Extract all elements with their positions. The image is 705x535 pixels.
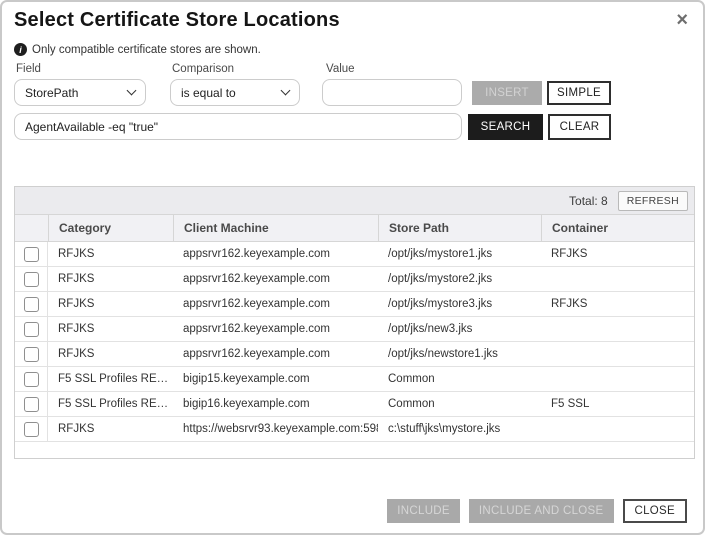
cell-store-path: /opt/jks/mystore3.jks — [378, 292, 541, 316]
row-checkbox[interactable] — [24, 397, 39, 412]
cell-category: F5 SSL Profiles RE… — [48, 392, 173, 416]
close-button[interactable]: CLOSE — [623, 499, 688, 523]
row-checkbox[interactable] — [24, 347, 39, 362]
info-banner: i Only compatible certificate stores are… — [14, 43, 261, 56]
table-row: RFJKSappsrvr162.keyexample.com/opt/jks/n… — [15, 317, 694, 342]
cell-store-path: /opt/jks/newstore1.jks — [378, 342, 541, 366]
row-checkbox-cell — [15, 267, 48, 291]
field-label: Field — [16, 63, 41, 75]
cell-container — [541, 342, 694, 366]
cell-store-path: /opt/jks/mystore1.jks — [378, 242, 541, 266]
table-row: F5 SSL Profiles RE…bigip16.keyexample.co… — [15, 392, 694, 417]
cell-client-machine: appsrvr162.keyexample.com — [173, 267, 378, 291]
cell-container: RFJKS — [541, 292, 694, 316]
info-icon: i — [14, 43, 27, 56]
cell-category: RFJKS — [48, 342, 173, 366]
cell-store-path: /opt/jks/mystore2.jks — [378, 267, 541, 291]
total-count: Total: 8 — [569, 194, 608, 208]
row-checkbox-cell — [15, 417, 48, 441]
row-checkbox[interactable] — [24, 422, 39, 437]
cell-container: F5 SSL — [541, 392, 694, 416]
chevron-down-icon — [281, 86, 291, 96]
table-header-row: Category Client Machine Store Path Conta… — [15, 215, 694, 242]
header-container: Container — [541, 215, 694, 241]
include-button[interactable]: INCLUDE — [387, 499, 460, 523]
cell-category: F5 SSL Profiles RE… — [48, 367, 173, 391]
search-button[interactable]: SEARCH — [468, 114, 543, 140]
cell-category: RFJKS — [48, 292, 173, 316]
row-checkbox-cell — [15, 392, 48, 416]
row-checkbox[interactable] — [24, 372, 39, 387]
query-input[interactable] — [14, 113, 462, 140]
row-checkbox[interactable] — [24, 272, 39, 287]
refresh-button[interactable]: REFRESH — [618, 191, 688, 211]
cell-client-machine: https://websrvr93.keyexample.com:5986 — [173, 417, 378, 441]
cell-store-path: Common — [378, 392, 541, 416]
comparison-label: Comparison — [172, 63, 234, 75]
cell-client-machine: appsrvr162.keyexample.com — [173, 342, 378, 366]
header-category: Category — [48, 215, 173, 241]
cell-container: RFJKS — [541, 242, 694, 266]
header-client-machine: Client Machine — [173, 215, 378, 241]
insert-button[interactable]: INSERT — [472, 81, 542, 105]
row-checkbox[interactable] — [24, 297, 39, 312]
row-checkbox-cell — [15, 292, 48, 316]
cell-category: RFJKS — [48, 317, 173, 341]
cell-container — [541, 317, 694, 341]
header-store-path: Store Path — [378, 215, 541, 241]
dialog-footer: INCLUDE INCLUDE AND CLOSE CLOSE — [387, 499, 687, 523]
row-checkbox-cell — [15, 317, 48, 341]
simple-button[interactable]: SIMPLE — [547, 81, 611, 105]
cell-store-path: /opt/jks/new3.jks — [378, 317, 541, 341]
cell-category: RFJKS — [48, 417, 173, 441]
table-row: RFJKSappsrvr162.keyexample.com/opt/jks/n… — [15, 342, 694, 367]
table-row: RFJKSappsrvr162.keyexample.com/opt/jks/m… — [15, 242, 694, 267]
row-checkbox[interactable] — [24, 322, 39, 337]
cell-client-machine: appsrvr162.keyexample.com — [173, 317, 378, 341]
chevron-down-icon — [127, 86, 137, 96]
value-input[interactable] — [322, 79, 462, 106]
row-checkbox-cell — [15, 367, 48, 391]
cell-category: RFJKS — [48, 267, 173, 291]
table-row: F5 SSL Profiles RE…bigip15.keyexample.co… — [15, 367, 694, 392]
cell-client-machine: appsrvr162.keyexample.com — [173, 242, 378, 266]
table-toolbar: Total: 8 REFRESH — [15, 187, 694, 215]
table-row: RFJKSappsrvr162.keyexample.com/opt/jks/m… — [15, 267, 694, 292]
comparison-select-value: is equal to — [181, 86, 236, 100]
select-certificate-store-locations-dialog: Select Certificate Store Locations × i O… — [0, 0, 705, 535]
cell-category: RFJKS — [48, 242, 173, 266]
cell-container — [541, 267, 694, 291]
certificate-stores-table: Total: 8 REFRESH Category Client Machine… — [14, 186, 695, 459]
cell-client-machine: bigip16.keyexample.com — [173, 392, 378, 416]
info-text: Only compatible certificate stores are s… — [32, 44, 261, 56]
cell-store-path: Common — [378, 367, 541, 391]
cell-container — [541, 417, 694, 441]
cell-store-path: c:\stuff\jks\mystore.jks — [378, 417, 541, 441]
cell-container — [541, 367, 694, 391]
header-checkbox-cell — [15, 215, 48, 241]
field-select-value: StorePath — [25, 86, 78, 100]
value-label: Value — [326, 63, 355, 75]
row-checkbox[interactable] — [24, 247, 39, 262]
row-checkbox-cell — [15, 342, 48, 366]
table-body: RFJKSappsrvr162.keyexample.com/opt/jks/m… — [15, 242, 694, 442]
cell-client-machine: bigip15.keyexample.com — [173, 367, 378, 391]
dialog-title: Select Certificate Store Locations — [14, 9, 340, 32]
comparison-select[interactable]: is equal to — [170, 79, 300, 106]
include-and-close-button[interactable]: INCLUDE AND CLOSE — [469, 499, 614, 523]
close-icon[interactable]: × — [676, 10, 688, 30]
table-row: RFJKShttps://websrvr93.keyexample.com:59… — [15, 417, 694, 442]
field-select[interactable]: StorePath — [14, 79, 146, 106]
table-row: RFJKSappsrvr162.keyexample.com/opt/jks/m… — [15, 292, 694, 317]
row-checkbox-cell — [15, 242, 48, 266]
clear-button[interactable]: CLEAR — [548, 114, 611, 140]
cell-client-machine: appsrvr162.keyexample.com — [173, 292, 378, 316]
